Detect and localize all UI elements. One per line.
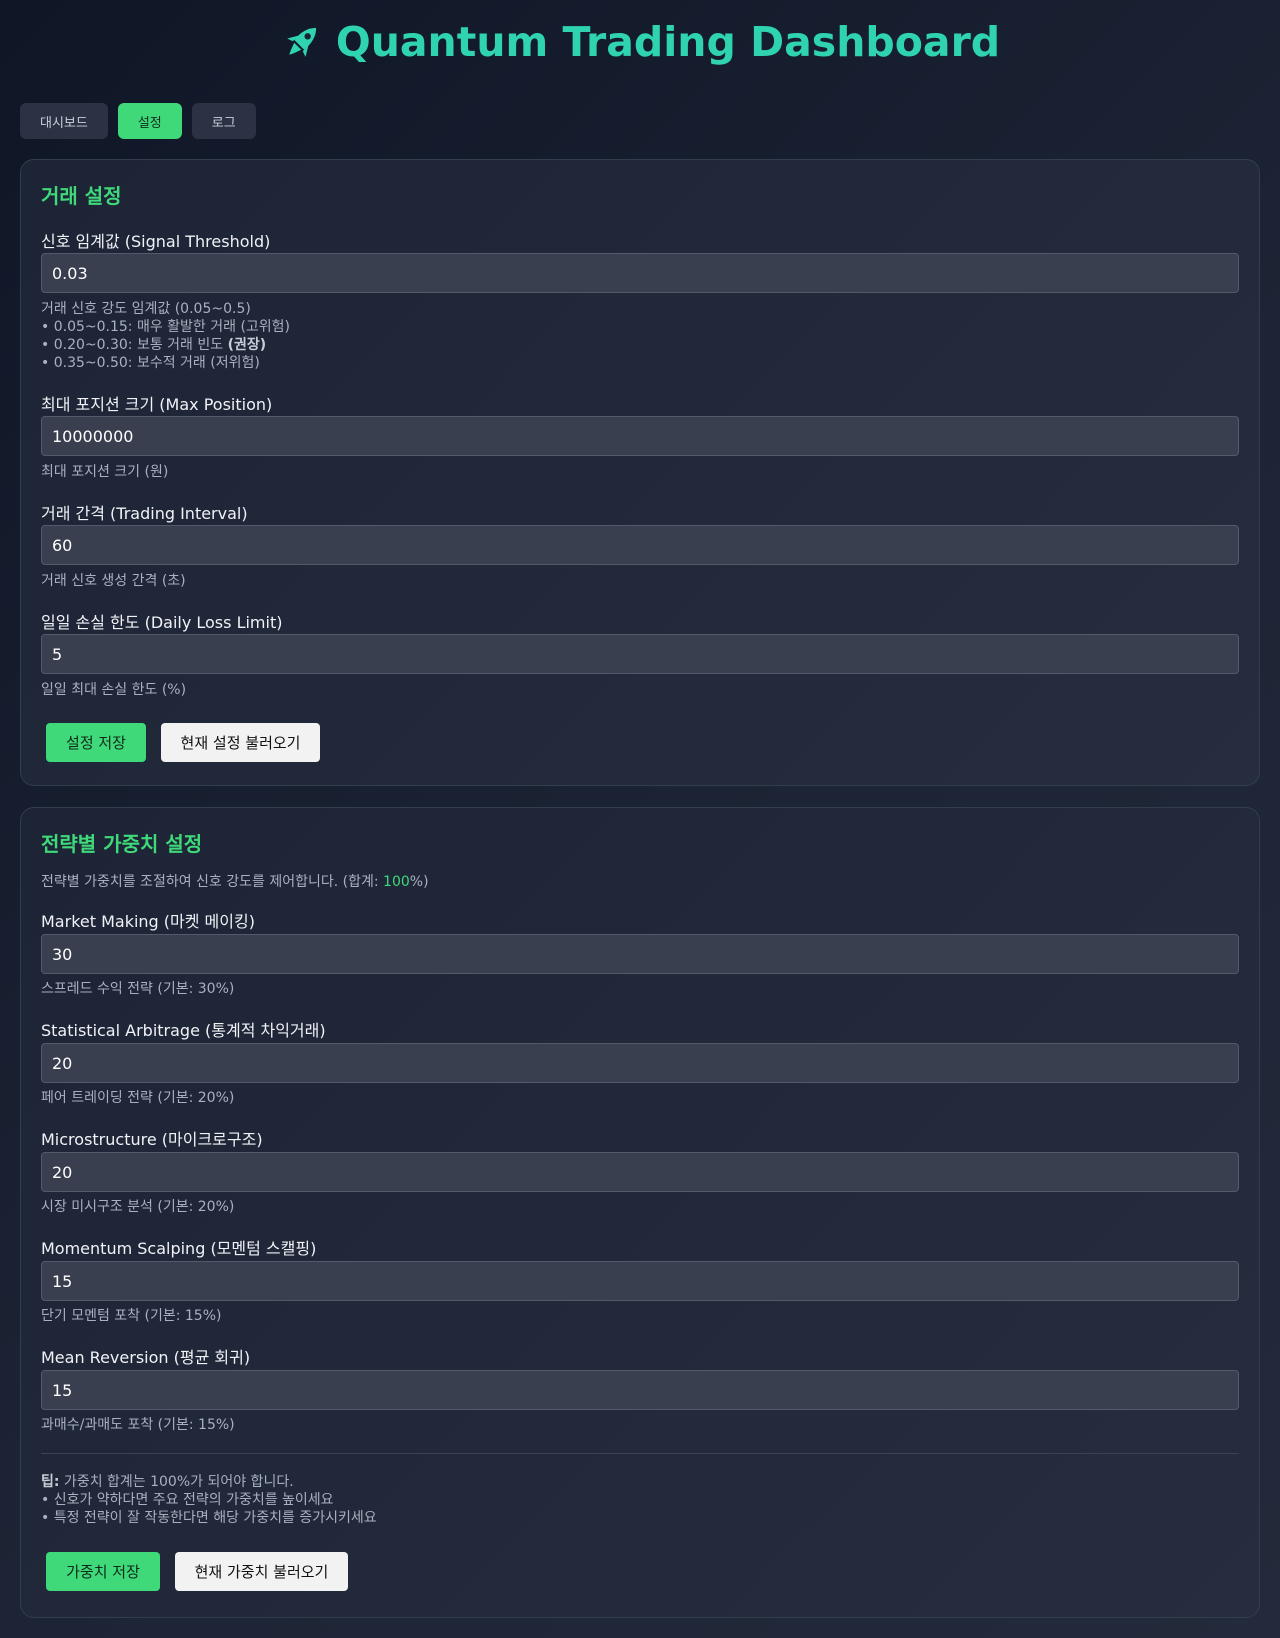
- load-settings-button[interactable]: 현재 설정 불러오기: [161, 723, 320, 762]
- microstructure-label: Microstructure (마이크로구조): [41, 1130, 263, 1149]
- mean-reversion-help: 과매수/과매도 포착 (기본: 15%): [41, 1417, 235, 1433]
- signal-threshold-input[interactable]: 0.03: [41, 253, 1239, 293]
- market-making-label: Market Making (마켓 메이킹): [41, 912, 255, 931]
- daily-loss-limit-label: 일일 손실 한도 (Daily Loss Limit): [41, 613, 283, 632]
- weights-intro-suffix: %): [409, 874, 429, 890]
- momentum-scalping-label: Momentum Scalping (모멘텀 스캘핑): [41, 1239, 317, 1258]
- weights-sum: 100: [383, 874, 410, 890]
- tab-dashboard[interactable]: 대시보드: [20, 103, 108, 139]
- mean-reversion-input[interactable]: 15: [41, 1370, 1239, 1410]
- stat-arb-label: Statistical Arbitrage (통계적 차익거래): [41, 1021, 326, 1040]
- divider: [41, 1453, 1239, 1454]
- market-making-input[interactable]: 30: [41, 934, 1239, 974]
- max-position-input[interactable]: 10000000: [41, 416, 1239, 456]
- trading-interval-help: 거래 신호 생성 간격 (초): [41, 573, 186, 589]
- tip-line-2: • 신호가 약하다면 주요 전략의 가중치를 높이세요: [41, 1492, 334, 1508]
- signal-threshold-help-line-2: • 0.05~0.15: 매우 활발한 거래 (고위험): [41, 319, 291, 335]
- signal-threshold-help-line-1: 거래 신호 강도 임계값 (0.05~0.5): [41, 301, 251, 317]
- save-weights-button[interactable]: 가중치 저장: [46, 1552, 160, 1591]
- tab-bar: 대시보드 설정 로그: [20, 103, 256, 139]
- page-header: Quantum Trading Dashboard: [0, 18, 1280, 66]
- daily-loss-limit-help: 일일 최대 손실 한도 (%): [41, 682, 187, 698]
- tip-line-1: 가중치 합계는 100%가 되어야 합니다.: [59, 1474, 294, 1490]
- trading-settings-card: 거래 설정 신호 임계값 (Signal Threshold) 0.03 거래 …: [20, 159, 1260, 786]
- load-weights-button[interactable]: 현재 가중치 불러오기: [175, 1552, 348, 1591]
- tip-label: 팁:: [41, 1474, 60, 1490]
- microstructure-help: 시장 미시구조 분석 (기본: 20%): [41, 1199, 235, 1215]
- recommended-badge: (권장): [227, 337, 267, 353]
- weights-intro: 전략별 가중치를 조절하여 신호 강도를 제어합니다. (합계: 100%): [41, 871, 429, 891]
- weights-intro-text: 전략별 가중치를 조절하여 신호 강도를 제어합니다. (합계:: [41, 874, 384, 890]
- signal-threshold-label: 신호 임계값 (Signal Threshold): [41, 232, 271, 251]
- signal-threshold-help-line-4: • 0.35~0.50: 보수적 거래 (저위험): [41, 355, 260, 371]
- rocket-icon: [280, 20, 324, 64]
- signal-threshold-help: 거래 신호 강도 임계값 (0.05~0.5) • 0.05~0.15: 매우 …: [41, 300, 290, 372]
- market-making-help: 스프레드 수익 전략 (기본: 30%): [41, 981, 235, 997]
- stat-arb-help: 페어 트레이딩 전략 (기본: 20%): [41, 1090, 235, 1106]
- trading-settings-title: 거래 설정: [41, 184, 122, 208]
- stat-arb-input[interactable]: 20: [41, 1043, 1239, 1083]
- trading-interval-label: 거래 간격 (Trading Interval): [41, 504, 248, 523]
- weights-tip: 팁: 가중치 합계는 100%가 되어야 합니다. • 신호가 약하다면 주요 …: [41, 1473, 377, 1527]
- tip-line-3: • 특정 전략이 잘 작동한다면 해당 가중치를 증가시키세요: [41, 1510, 377, 1526]
- page-title: Quantum Trading Dashboard: [335, 18, 1001, 66]
- max-position-label: 최대 포지션 크기 (Max Position): [41, 395, 273, 414]
- daily-loss-limit-input[interactable]: 5: [41, 634, 1239, 674]
- trading-interval-input[interactable]: 60: [41, 525, 1239, 565]
- microstructure-input[interactable]: 20: [41, 1152, 1239, 1192]
- mean-reversion-label: Mean Reversion (평균 회귀): [41, 1348, 251, 1367]
- strategy-weights-card: 전략별 가중치 설정 전략별 가중치를 조절하여 신호 강도를 제어합니다. (…: [20, 807, 1260, 1618]
- momentum-scalping-input[interactable]: 15: [41, 1261, 1239, 1301]
- tab-settings[interactable]: 설정: [117, 103, 182, 139]
- max-position-help: 최대 포지션 크기 (원): [41, 464, 169, 480]
- signal-threshold-help-line-3: • 0.20~0.30: 보통 거래 빈도: [41, 337, 228, 353]
- tab-logs[interactable]: 로그: [191, 103, 256, 139]
- momentum-scalping-help: 단기 모멘텀 포착 (기본: 15%): [41, 1308, 222, 1324]
- strategy-weights-title: 전략별 가중치 설정: [41, 832, 203, 856]
- save-settings-button[interactable]: 설정 저장: [46, 723, 146, 762]
